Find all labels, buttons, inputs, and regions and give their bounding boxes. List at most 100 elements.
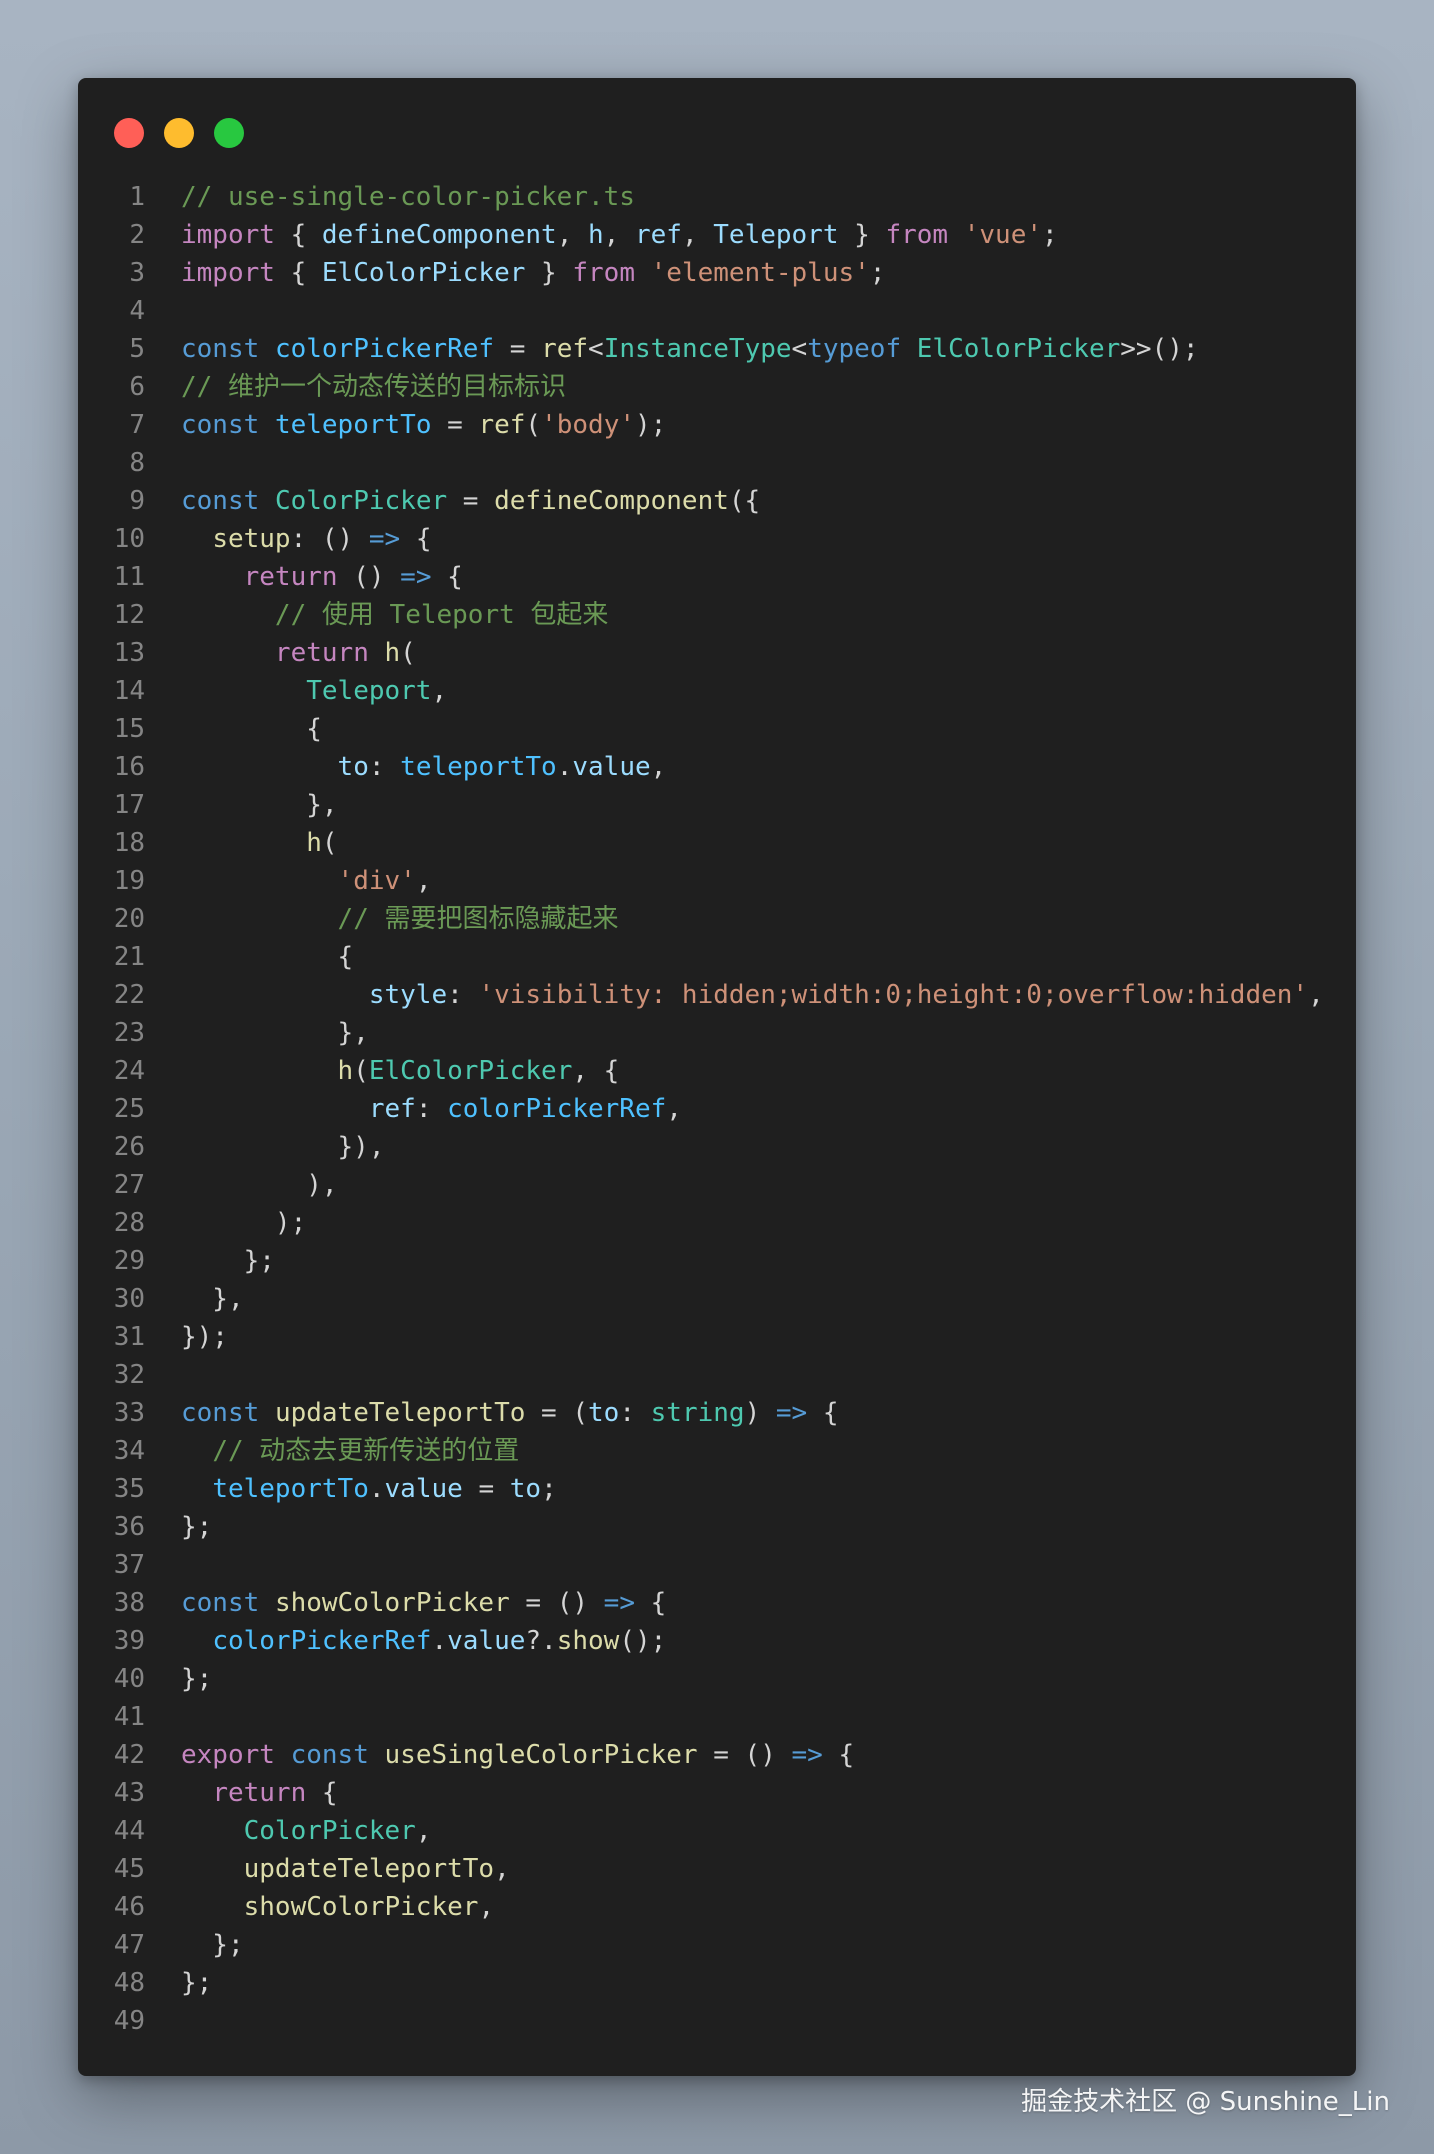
code-line: 32 bbox=[78, 1356, 1356, 1394]
code-token: = bbox=[462, 1474, 510, 1504]
line-number: 42 bbox=[113, 1740, 145, 1770]
code-token: }; bbox=[181, 1664, 213, 1694]
line-source: h(ElColorPicker, { bbox=[145, 1052, 620, 1090]
code-token: const bbox=[181, 334, 260, 364]
line-number: 44 bbox=[113, 1816, 145, 1846]
line-source bbox=[145, 292, 181, 330]
line-source: export const useSingleColorPicker = () =… bbox=[145, 1736, 854, 1774]
code-token: from bbox=[885, 220, 949, 250]
code-token: return bbox=[212, 1778, 307, 1808]
line-source: // 使用 Teleport 包起来 bbox=[145, 596, 609, 634]
line-source: import { ElColorPicker } from 'element-p… bbox=[145, 254, 885, 292]
code-token: }; bbox=[181, 1930, 244, 1960]
close-icon[interactable] bbox=[114, 118, 144, 148]
code-line: 25 ref: colorPickerRef, bbox=[78, 1090, 1356, 1128]
line-number: 13 bbox=[113, 638, 145, 668]
code-token: { bbox=[274, 258, 322, 288]
code-token: ) bbox=[744, 1398, 776, 1428]
code-token: < bbox=[588, 334, 604, 364]
line-source: const teleportTo = ref('body'); bbox=[145, 406, 666, 444]
code-line: 1 // use-single-color-picker.ts bbox=[78, 178, 1356, 216]
code-token: h bbox=[337, 1056, 354, 1086]
code-line: 13 return h( bbox=[78, 634, 1356, 672]
line-number: 48 bbox=[113, 1968, 145, 1998]
line-source: return () => { bbox=[145, 558, 463, 596]
code-token: import bbox=[181, 220, 275, 250]
line-source: showColorPicker, bbox=[145, 1888, 494, 1926]
code-token: = ( bbox=[525, 1398, 589, 1428]
line-source: colorPickerRef.value?.show(); bbox=[145, 1622, 666, 1660]
line-number: 26 bbox=[113, 1132, 145, 1162]
line-number: 5 bbox=[129, 334, 145, 364]
line-source: ), bbox=[145, 1166, 337, 1204]
code-token: h bbox=[588, 220, 604, 250]
line-source: { bbox=[145, 938, 354, 976]
code-token: ElColorPicker bbox=[916, 334, 1121, 364]
code-token: : bbox=[368, 752, 401, 782]
code-token: < bbox=[791, 334, 808, 364]
code-token: , { bbox=[572, 1056, 620, 1086]
code-token: } bbox=[525, 258, 573, 288]
code-token: ref bbox=[634, 220, 682, 250]
code-line: 48}; bbox=[78, 1964, 1356, 2002]
code-token: Teleport bbox=[713, 220, 839, 250]
code-token: : bbox=[619, 1398, 651, 1428]
code-token: ref bbox=[368, 1094, 416, 1124]
code-line: 31}); bbox=[78, 1318, 1356, 1356]
zoom-icon[interactable] bbox=[214, 118, 244, 148]
line-number: 30 bbox=[113, 1284, 145, 1314]
line-number: 27 bbox=[113, 1170, 145, 1200]
code-token: => bbox=[775, 1398, 808, 1428]
code-line: 3 import { ElColorPicker } from 'element-… bbox=[78, 254, 1356, 292]
line-source: const ColorPicker = defineComponent({ bbox=[145, 482, 760, 520]
code-line: 27 ), bbox=[78, 1166, 1356, 1204]
line-source: }; bbox=[145, 1964, 212, 2002]
code-token: = bbox=[431, 410, 479, 440]
line-source bbox=[145, 1698, 181, 1736]
code-token: => bbox=[791, 1740, 823, 1770]
line-source: // 动态去更新传送的位置 bbox=[145, 1432, 519, 1470]
line-source: h( bbox=[145, 824, 337, 862]
line-source: teleportTo.value = to; bbox=[145, 1470, 556, 1508]
code-token: ( bbox=[353, 1056, 369, 1086]
minimize-icon[interactable] bbox=[164, 118, 194, 148]
line-source: return h( bbox=[145, 634, 416, 672]
code-line: 16 to: teleportTo.value, bbox=[78, 748, 1356, 786]
code-token: ; bbox=[1042, 220, 1058, 250]
line-number: 36 bbox=[113, 1512, 145, 1542]
line-source: }, bbox=[145, 1280, 243, 1318]
code-token: = bbox=[447, 486, 495, 516]
line-number: 22 bbox=[113, 980, 145, 1010]
line-source: }; bbox=[145, 1242, 275, 1280]
line-source: { bbox=[145, 710, 322, 748]
code-token: defineComponent bbox=[321, 220, 557, 250]
code-token: // 维护一个动态传送的目标标识 bbox=[181, 372, 566, 402]
code-token: : bbox=[415, 1094, 448, 1124]
code-token: setup bbox=[212, 524, 291, 554]
line-source: // 维护一个动态传送的目标标识 bbox=[145, 368, 566, 406]
code-token: to bbox=[337, 752, 369, 782]
code-token: showColorPicker bbox=[243, 1892, 479, 1922]
code-token: colorPickerRef bbox=[212, 1626, 432, 1656]
code-token: 'body' bbox=[541, 410, 635, 440]
code-token: ; bbox=[869, 258, 886, 288]
code-token: => bbox=[400, 562, 432, 592]
code-token: { bbox=[400, 524, 432, 554]
line-source: ColorPicker, bbox=[145, 1812, 432, 1850]
line-number: 4 bbox=[129, 296, 145, 326]
code-token: (); bbox=[619, 1626, 667, 1656]
line-number: 32 bbox=[113, 1360, 145, 1390]
code-line: 36}; bbox=[78, 1508, 1356, 1546]
